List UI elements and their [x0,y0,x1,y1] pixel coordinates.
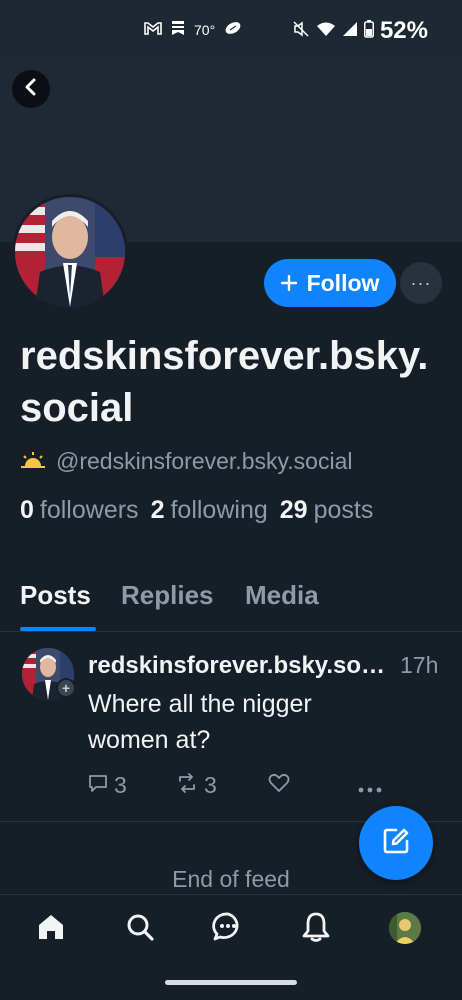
compose-button[interactable] [359,806,433,880]
post-more-button[interactable] [358,772,382,799]
post-text: Where all the nigger women at? [88,690,312,754]
like-button[interactable] [268,772,290,799]
sunrise-icon [20,448,46,475]
profile-display-name: redskinsforever.bsky.social [20,334,429,430]
status-bar: 70° 52% [0,0,462,58]
repost-button[interactable]: 3 [176,772,217,799]
mute-icon [292,20,310,42]
following-label: following [170,496,268,524]
nav-notifications[interactable] [298,911,334,947]
bell-icon [301,911,331,948]
following-stat[interactable]: 2 following [151,496,268,525]
bookmark-icon [171,20,185,40]
tab-replies[interactable]: Replies [121,580,214,611]
post-actions: 3 3 [88,772,388,802]
ellipsis-icon [358,772,382,799]
nav-avatar-photo [389,912,421,944]
nav-profile-avatar[interactable] [389,912,421,944]
following-count: 2 [150,496,165,524]
back-button[interactable] [12,70,50,108]
feed-post[interactable]: + redskinsforever.bsky.social 17h Where … [0,632,462,822]
repost-icon [176,772,198,799]
ellipsis-icon: ··· [410,272,432,293]
profile-tabs: Posts Replies Media [0,566,462,632]
active-tab-indicator [20,627,96,631]
football-icon [224,21,242,39]
tab-posts[interactable]: Posts [20,580,91,611]
reply-count: 3 [114,772,127,798]
handle-row: @redskinsforever.bsky.social [20,448,352,475]
heart-icon [268,772,290,799]
followers-label: followers [39,496,139,524]
battery-icon [363,20,374,42]
nav-search[interactable] [122,911,158,947]
follow-button[interactable]: Follow [264,259,396,307]
profile-handle: @redskinsforever.bsky.social [56,448,353,474]
search-icon [125,912,155,947]
followers-stat[interactable]: 0 followers [20,496,139,525]
home-indicator [165,980,297,985]
avatar-photo [15,197,125,307]
reply-icon [88,772,108,799]
nav-home[interactable] [33,911,69,947]
profile-avatar[interactable] [12,194,128,310]
battery-percent: 52% [379,17,428,44]
gmail-icon [144,21,162,39]
post-header: redskinsforever.bsky.social 17h [88,652,448,680]
home-icon [36,912,66,947]
follow-label: Follow [306,269,380,296]
posts-stat: 29 posts [280,496,374,525]
chevron-left-icon [23,78,39,101]
chat-icon [212,911,244,948]
signal-icon [342,21,358,41]
post-author-name[interactable]: redskinsforever.bsky.social [88,652,396,680]
posts-label: posts [313,496,374,524]
post-timestamp: 17h [400,652,439,678]
profile-stats: 0 followers 2 following 29 posts [20,496,373,525]
wifi-icon [316,21,336,41]
nav-chat[interactable] [210,911,246,947]
tab-media[interactable]: Media [245,580,319,611]
followers-count: 0 [20,496,34,524]
temperature-text: 70° [194,22,216,38]
reply-button[interactable]: 3 [88,772,127,799]
follow-author-plus-icon[interactable]: + [56,678,76,698]
plus-icon [280,270,297,297]
posts-count: 29 [279,496,308,524]
compose-icon [381,826,411,861]
repost-count: 3 [204,772,217,798]
more-options-button[interactable]: ··· [400,262,442,304]
